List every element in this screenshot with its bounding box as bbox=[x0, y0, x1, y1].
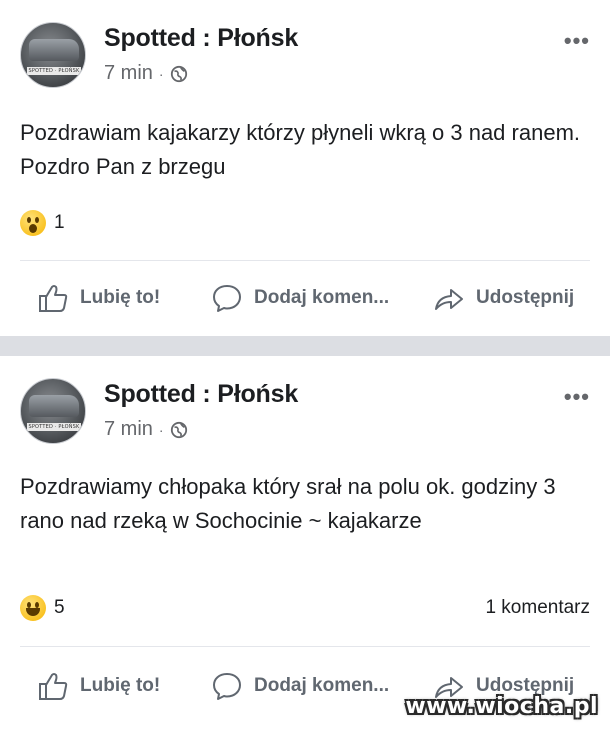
site-watermark: www.wiocha.pl bbox=[405, 694, 598, 719]
meta-separator: · bbox=[158, 65, 164, 82]
reactions-bar: 5 1 komentarz bbox=[20, 593, 590, 623]
comment-bubble-icon bbox=[213, 285, 241, 312]
divider bbox=[20, 646, 590, 647]
reaction-count: 1 bbox=[54, 212, 65, 233]
avatar-car-image bbox=[29, 395, 79, 417]
globe-icon bbox=[170, 65, 187, 82]
comment-button[interactable]: Dodaj komen... bbox=[210, 666, 389, 706]
reactions-bar[interactable]: 1 bbox=[20, 208, 590, 238]
share-button[interactable]: Udostępnij bbox=[432, 278, 574, 318]
post-text: Pozdrawiam kajakarzy którzy płyneli wkrą… bbox=[20, 120, 581, 179]
comment-count-link[interactable]: 1 komentarz bbox=[485, 597, 590, 619]
thumbs-up-icon bbox=[39, 673, 68, 700]
comment-label: Dodaj komen... bbox=[254, 675, 390, 696]
post-header: SPOTTED · PŁOŃSK Spotted : Płońsk 7 min … bbox=[20, 378, 590, 450]
page-avatar[interactable]: SPOTTED · PŁOŃSK bbox=[20, 378, 86, 444]
share-arrow-icon bbox=[435, 289, 463, 310]
post-time[interactable]: 7 min bbox=[104, 418, 153, 441]
wow-reaction-icon bbox=[20, 210, 46, 236]
post-time[interactable]: 7 min bbox=[104, 62, 153, 85]
comment-label: Dodaj komen... bbox=[254, 287, 390, 308]
haha-reaction-icon[interactable] bbox=[20, 595, 46, 621]
post-meta: 7 min · bbox=[104, 418, 188, 441]
divider bbox=[20, 260, 590, 261]
post-meta: 7 min · bbox=[104, 62, 188, 85]
more-options-button[interactable]: ••• bbox=[564, 384, 590, 410]
page-name-link[interactable]: Spotted : Płońsk bbox=[104, 380, 298, 409]
like-button[interactable]: Lubię to! bbox=[36, 278, 160, 318]
page-name-link[interactable]: Spotted : Płońsk bbox=[104, 24, 298, 53]
post-text: Pozdrawiamy chłopaka który srał na polu … bbox=[20, 474, 556, 533]
comment-button[interactable]: Dodaj komen... bbox=[210, 278, 389, 318]
post-header: SPOTTED · PŁOŃSK Spotted : Płońsk 7 min … bbox=[20, 22, 590, 94]
meta-separator: · bbox=[158, 421, 164, 438]
post-card: SPOTTED · PŁOŃSK Spotted : Płońsk 7 min … bbox=[0, 356, 610, 729]
like-label: Lubię to! bbox=[80, 675, 161, 696]
share-label: Udostępnij bbox=[476, 287, 575, 308]
like-label: Lubię to! bbox=[80, 287, 161, 308]
avatar-plate: SPOTTED · PŁOŃSK bbox=[27, 67, 81, 75]
globe-icon bbox=[170, 421, 187, 438]
comment-bubble-icon bbox=[213, 673, 241, 700]
page-avatar[interactable]: SPOTTED · PŁOŃSK bbox=[20, 22, 86, 88]
reaction-count[interactable]: 5 bbox=[54, 597, 65, 619]
like-button[interactable]: Lubię to! bbox=[36, 666, 160, 706]
post-card: SPOTTED · PŁOŃSK Spotted : Płońsk 7 min … bbox=[0, 0, 610, 336]
more-options-button[interactable]: ••• bbox=[564, 28, 590, 54]
thumbs-up-icon bbox=[39, 285, 68, 312]
avatar-plate: SPOTTED · PŁOŃSK bbox=[27, 423, 81, 431]
avatar-car-image bbox=[29, 39, 79, 61]
action-bar: Lubię to! Dodaj komen... Udostępnij bbox=[0, 278, 610, 318]
